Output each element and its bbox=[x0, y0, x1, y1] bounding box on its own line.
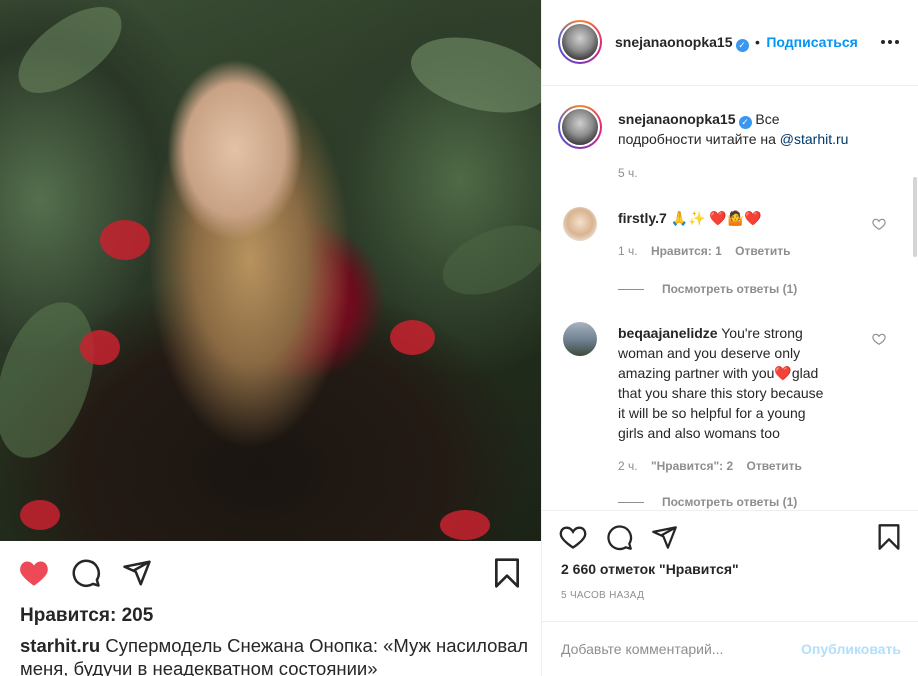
comment-text-line: girls and also womans too bbox=[618, 425, 780, 441]
reply-button[interactable]: Ответить bbox=[746, 459, 801, 473]
share-icon[interactable] bbox=[649, 522, 679, 552]
left-likes-count[interactable]: Нравится: 205 bbox=[20, 605, 153, 627]
comment-form: Опубликовать bbox=[542, 621, 918, 676]
header-separator: • bbox=[754, 34, 760, 50]
owner-comment-text-1: Все bbox=[755, 111, 780, 127]
verified-icon: ✓ bbox=[738, 116, 752, 129]
comment-text-line: that you share this story because bbox=[618, 385, 824, 401]
like-comment-heart-icon[interactable] bbox=[872, 332, 886, 346]
heart-outline-icon[interactable] bbox=[558, 523, 588, 551]
follow-button[interactable]: Подписаться bbox=[766, 34, 858, 50]
owner-comment-time: 5 ч. bbox=[618, 166, 638, 180]
view-replies-button[interactable]: Посмотреть ответы (1) bbox=[618, 282, 797, 296]
post-photo[interactable] bbox=[0, 0, 541, 541]
comment-text-line: woman and you deserve only bbox=[618, 345, 801, 361]
heart-filled-icon[interactable] bbox=[18, 558, 50, 588]
owner-username[interactable]: snejanaonopka15 bbox=[618, 111, 736, 127]
comments-scrollbar[interactable] bbox=[913, 177, 917, 257]
right-likes-count[interactable]: 2 660 отметок "Нравится" bbox=[561, 561, 739, 577]
owner-avatar[interactable] bbox=[558, 105, 602, 149]
bookmark-icon[interactable] bbox=[875, 521, 903, 553]
leaf-shape bbox=[3, 0, 137, 106]
reply-button[interactable]: Ответить bbox=[735, 244, 790, 258]
post-timestamp: 5 ЧАСОВ НАЗАД bbox=[561, 590, 645, 601]
leaf-shape bbox=[434, 216, 541, 304]
post-header: snejanaonopka15 ✓ • Подписаться bbox=[542, 0, 918, 86]
post-details-panel: snejanaonopka15 ✓ • Подписаться snejanaon… bbox=[541, 0, 918, 676]
comments-list[interactable]: snejanaonopka15 ✓ Все подробности читайте… bbox=[542, 87, 918, 510]
verified-icon: ✓ bbox=[735, 39, 749, 52]
comment-2-meta: 2 ч. "Нравится": 2 Ответить bbox=[618, 459, 802, 473]
comment-2: beqaajanelidze You're strong woman and y… bbox=[618, 323, 878, 443]
comment-time: 1 ч. bbox=[618, 244, 638, 258]
comment-input[interactable] bbox=[561, 638, 791, 660]
commenter-avatar[interactable] bbox=[563, 207, 597, 241]
comment-1: firstly.7 🙏✨ ❤️🤷❤️ bbox=[618, 208, 868, 228]
comment-time: 2 ч. bbox=[618, 459, 638, 473]
poppy-print bbox=[440, 510, 490, 540]
view-replies-button[interactable]: Посмотреть ответы (1) bbox=[618, 495, 797, 509]
comment-icon[interactable] bbox=[604, 522, 634, 552]
share-icon[interactable] bbox=[121, 557, 153, 589]
owner-comment: snejanaonopka15 ✓ Все подробности читайте… bbox=[618, 109, 898, 149]
commenter-avatar[interactable] bbox=[563, 322, 597, 356]
instagram-post-view: Нравится: 205 starhit.ru Супермодель Сне… bbox=[0, 0, 918, 676]
comment-likes[interactable]: "Нравится": 2 bbox=[651, 459, 733, 473]
more-horizontal-icon[interactable] bbox=[878, 32, 902, 52]
poppy-print bbox=[100, 220, 150, 260]
publish-button[interactable]: Опубликовать bbox=[801, 641, 901, 657]
view-replies-label: Посмотреть ответы (1) bbox=[662, 282, 798, 296]
header-user-line: snejanaonopka15 ✓ • Подписаться bbox=[615, 34, 858, 52]
poppy-print bbox=[390, 320, 435, 355]
view-replies-label: Посмотреть ответы (1) bbox=[662, 495, 798, 509]
like-comment-heart-icon[interactable] bbox=[872, 217, 886, 231]
bookmark-icon[interactable] bbox=[491, 556, 523, 590]
comment-icon[interactable] bbox=[70, 557, 102, 589]
mention-link[interactable]: @starhit.ru bbox=[780, 131, 849, 147]
caption-username[interactable]: starhit.ru bbox=[20, 635, 100, 656]
author-username[interactable]: snejanaonopka15 bbox=[615, 34, 733, 50]
comment-text-line: it will be so helpful for a young bbox=[618, 405, 806, 421]
poppy-print bbox=[20, 500, 60, 530]
commenter-username[interactable]: beqaajanelidze bbox=[618, 325, 718, 341]
left-caption: starhit.ru Супермодель Снежана Онопка: «… bbox=[20, 634, 530, 676]
owner-comment-text-2: подробности читайте на bbox=[618, 131, 776, 147]
author-avatar[interactable] bbox=[558, 20, 602, 64]
comment-likes[interactable]: Нравится: 1 bbox=[651, 244, 722, 258]
commenter-username[interactable]: firstly.7 bbox=[618, 210, 667, 226]
leaf-shape bbox=[402, 18, 541, 132]
comment-text-line: amazing partner with you❤️glad bbox=[618, 365, 819, 381]
comment-1-meta: 1 ч. Нравится: 1 Ответить bbox=[618, 244, 791, 258]
comment-text-line: You're strong bbox=[721, 325, 803, 341]
poppy-print bbox=[80, 330, 120, 365]
leaf-shape bbox=[0, 293, 104, 467]
comment-text: 🙏✨ ❤️🤷❤️ bbox=[670, 210, 762, 226]
